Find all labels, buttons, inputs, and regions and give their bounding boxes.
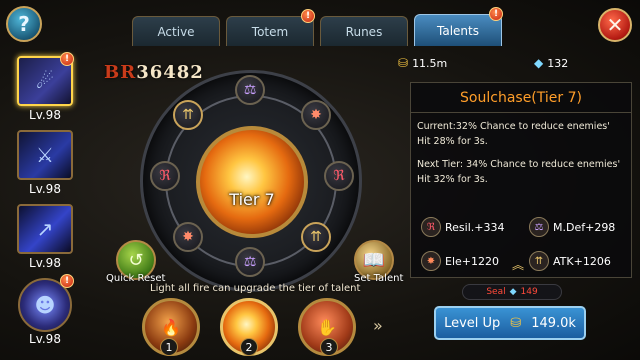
- hero-slot[interactable]: ↗ Lv.98: [12, 204, 78, 272]
- tier-number: 3: [320, 338, 338, 356]
- hero-level: Lv.98: [29, 108, 61, 122]
- tab-active[interactable]: Active: [132, 16, 220, 46]
- hero-level: Lv.98: [29, 332, 61, 346]
- hero-slot[interactable]: ⚔ Lv.98: [12, 130, 78, 198]
- seal-gem-icon: ◆: [509, 287, 517, 297]
- hero-mask-icon: ☻: [34, 293, 56, 317]
- seal-counter: Seal ◆ 149: [462, 284, 562, 300]
- talent-node-atk-icon[interactable]: ⇈: [173, 100, 203, 130]
- book-icon: 📖: [362, 249, 386, 271]
- stat-atk: ⇈ ATK+1206: [529, 251, 611, 271]
- alert-badge: !: [60, 274, 74, 288]
- talent-description: Current:32% Chance to reduce enemies' Hi…: [417, 121, 621, 185]
- stat-resil: ℜ Resil.+334: [421, 217, 504, 237]
- hero-list: ☄ Lv.98 ! ⚔ Lv.98 ↗ Lv.98 ☻ Lv.98 !: [8, 52, 84, 352]
- mdef-icon: ⚖: [529, 217, 549, 237]
- gem-counter: ◆ 132: [534, 56, 569, 70]
- hero-portrait: ⚔: [17, 130, 73, 180]
- level-up-button[interactable]: Level Up ⛁ 149.0k: [434, 306, 586, 340]
- hint-text: Light all fire can upgrade the tier of t…: [150, 283, 361, 294]
- hero-level: Lv.98: [29, 256, 61, 270]
- talent-node-ele-icon[interactable]: ✸: [173, 222, 203, 252]
- talent-node-resil-icon[interactable]: ℜ: [324, 161, 354, 191]
- hero-portrait: ↗: [17, 204, 73, 254]
- tier-claw-icon: ✋: [317, 317, 337, 337]
- close-button[interactable]: ✕: [598, 8, 632, 42]
- tab-totem[interactable]: Totem !: [226, 9, 315, 46]
- upgrade-arrows-icon: ︽: [512, 258, 525, 272]
- stat-ele: ✸ Ele+1220: [421, 251, 499, 271]
- battle-rating: BR36482: [104, 62, 204, 83]
- hero-warrior-icon: ⚔: [36, 143, 54, 167]
- talent-node-mdef-icon[interactable]: ⚖: [235, 75, 265, 105]
- question-icon: ?: [18, 12, 30, 36]
- tab-bar: Active Totem ! Runes Talents !: [132, 7, 503, 48]
- hero-slot[interactable]: ☄ Lv.98 !: [12, 52, 78, 124]
- talent-core-orb[interactable]: [196, 126, 308, 238]
- alert-badge: !: [301, 9, 315, 23]
- help-button[interactable]: ?: [6, 6, 42, 42]
- tier-label: Tier 7: [229, 190, 275, 209]
- gold-counter: ⛁ 11.5m: [398, 56, 448, 70]
- talent-title: Soulchase(Tier 7): [411, 83, 631, 113]
- tab-runes[interactable]: Runes: [320, 16, 408, 46]
- ele-icon: ✸: [421, 251, 441, 271]
- resil-icon: ℜ: [421, 217, 441, 237]
- close-icon: ✕: [606, 13, 624, 37]
- talent-node-atk-icon[interactable]: ⇈: [301, 222, 331, 252]
- next-tiers-chevron-icon[interactable]: »: [373, 316, 383, 335]
- tier-fire-icon: 🔥: [161, 317, 181, 337]
- atk-icon: ⇈: [529, 251, 549, 271]
- talent-info-panel: Soulchase(Tier 7) Current:32% Chance to …: [410, 82, 632, 278]
- gold-coin-icon: ⛁: [510, 315, 522, 331]
- reset-arrow-icon: ↺: [128, 249, 144, 271]
- gold-coin-icon: ⛁: [398, 56, 409, 70]
- alert-badge: !: [489, 7, 503, 21]
- tab-talents[interactable]: Talents !: [414, 7, 503, 46]
- alert-badge: !: [60, 52, 74, 66]
- talent-node-mdef-icon[interactable]: ⚖: [235, 247, 265, 277]
- talent-node-ele-icon[interactable]: ✸: [301, 100, 331, 130]
- stat-mdef: ⚖ M.Def+298: [529, 217, 615, 237]
- talent-node-resil-icon[interactable]: ℜ: [150, 161, 180, 191]
- set-talent-label: Set Talent: [354, 273, 404, 284]
- hero-spear-icon: ↗: [36, 217, 54, 241]
- hero-level: Lv.98: [29, 182, 61, 196]
- tier-number: 1: [160, 338, 178, 356]
- tier-number: 2: [240, 338, 258, 356]
- gem-icon: ◆: [534, 56, 544, 70]
- hero-slot[interactable]: ☻ Lv.98 !: [12, 274, 78, 346]
